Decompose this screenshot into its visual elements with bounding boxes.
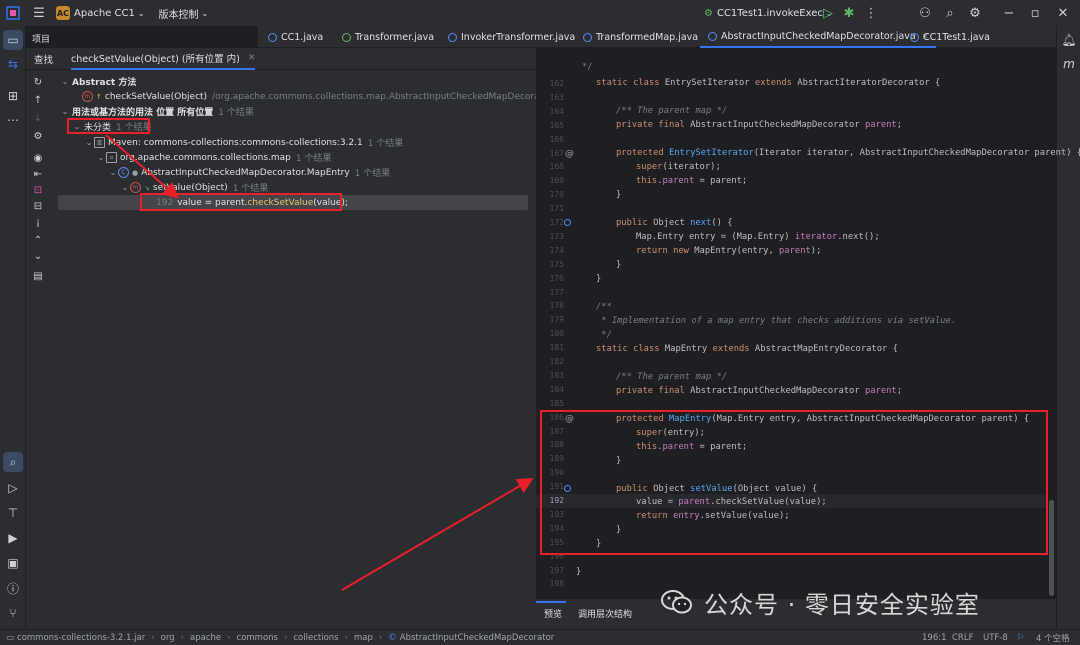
breadcrumb-item[interactable]: org [161,633,175,643]
chevron-right-icon: › [378,632,383,643]
chevron-right-icon: › [180,632,184,643]
tab-preview[interactable]: 预览 [544,607,562,623]
cursor-position[interactable]: 196:1 [922,633,947,643]
line-separator[interactable]: CRLF [952,633,973,643]
readonly-lock-icon[interactable]: ⚐ [1017,633,1025,643]
module-icon: ▭ [6,632,15,643]
breadcrumb-item[interactable]: commons-collections-3.2.1.jar [17,633,145,643]
breadcrumb-item[interactable]: AbstractInputCheckedMapDecorator [400,633,554,643]
breadcrumb: commons-collections-3.2.1.jar › org › apache… [17,633,554,643]
watermark-text: 公众号 · 零日安全实验室 [704,590,980,619]
chevron-right-icon: › [151,632,155,643]
editor-scrollbar[interactable] [1049,500,1054,596]
breadcrumb-item[interactable]: map [354,633,373,643]
tab-call-hierarchy[interactable]: 调用层次结构 [578,607,632,620]
status-bar: ▭ commons-collections-3.2.1.jar › org › apac… [0,629,1080,645]
breadcrumb-item[interactable]: apache [190,633,221,643]
breadcrumb-item[interactable]: commons [237,633,278,643]
file-encoding[interactable]: UTF-8 [983,633,1008,643]
annotation-arrows [105,134,534,591]
chevron-right-icon: › [344,632,348,643]
indent-setting[interactable]: 4 个空格 [1036,632,1070,644]
breadcrumb-item[interactable]: collections [293,633,338,643]
wechat-logo-icon [660,589,694,615]
class-icon: © [388,632,397,643]
chevron-right-icon: › [227,632,231,643]
watermark: 公众号 · 零日安全实验室 [660,585,980,619]
tab-active-indicator [536,601,566,603]
chevron-right-icon: › [283,632,288,643]
